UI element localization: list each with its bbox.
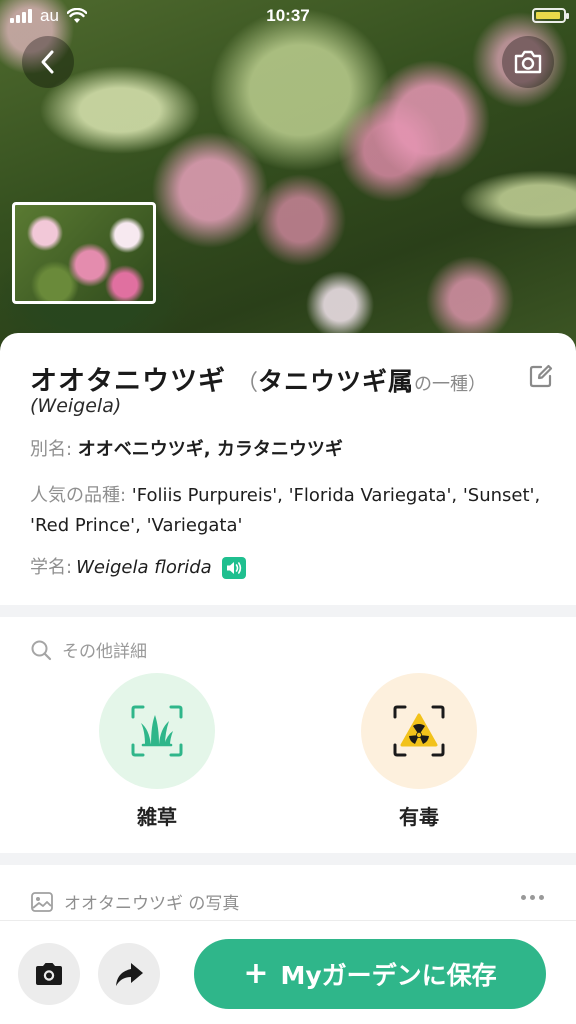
varieties-label: 人気の品種: <box>30 485 132 506</box>
alias-row: 別名: オオベニウツギ, カラタニウツギ <box>30 435 552 465</box>
genus-name[interactable]: タニウツギ属 <box>258 362 414 398</box>
photos-title: オオタニウツギ の写真 <box>64 894 240 914</box>
grass-icon <box>131 705 183 757</box>
image-icon <box>31 891 53 912</box>
toxic-icon <box>393 705 445 757</box>
more-details-card: その他詳細 雑草 有毒 <box>0 617 576 853</box>
save-to-garden-label: Myガーデンに保存 <box>280 961 497 990</box>
weed-label: 雑草 <box>137 805 177 829</box>
search-icon <box>31 640 52 660</box>
alias-value: オオベニウツギ, カラタニウツギ <box>77 439 343 460</box>
identify-camera-button[interactable] <box>18 943 80 1005</box>
weed-badge <box>99 673 215 789</box>
status-bar: au 10:37 <box>0 0 576 34</box>
share-button[interactable] <box>98 943 160 1005</box>
alias-label: 別名: <box>30 439 78 460</box>
edit-icon[interactable] <box>528 363 554 389</box>
share-icon <box>116 963 143 986</box>
plant-title: オオタニウツギ （ タニウツギ属 の一種） <box>30 359 552 398</box>
camera-button[interactable] <box>502 36 554 88</box>
camera-icon <box>36 963 62 985</box>
more-options-button[interactable] <box>521 895 544 900</box>
photos-card: オオタニウツギ の写真 <box>0 865 576 925</box>
toxic-label: 有毒 <box>399 805 439 829</box>
genus-suffix: の一種） <box>414 374 487 395</box>
genus-open-paren: （ <box>236 371 259 396</box>
back-button[interactable] <box>22 36 74 88</box>
chevron-left-icon <box>41 50 54 74</box>
speaker-icon <box>226 562 241 574</box>
toxic-badge <box>361 673 477 789</box>
battery-icon <box>532 8 569 23</box>
scientific-value: Weigela florida <box>76 557 212 578</box>
latin-genus: (Weigela) <box>30 395 122 417</box>
photos-header: オオタニウツギ の写真 <box>30 889 239 914</box>
scientific-name-row: 学名: Weigela florida <box>30 553 552 583</box>
bottom-action-bar: + Myガーデンに保存 <box>0 920 576 1024</box>
more-details-title: その他詳細 <box>62 642 147 662</box>
common-name: オオタニウツギ <box>30 366 226 397</box>
more-details-header: その他詳細 <box>30 637 147 662</box>
feature-toxic[interactable]: 有毒 <box>361 673 477 830</box>
plus-icon: + <box>243 956 269 991</box>
photo-thumbnail[interactable] <box>12 202 156 304</box>
scientific-label: 学名: <box>30 557 73 578</box>
status-time: 10:37 <box>266 6 310 25</box>
camera-icon <box>514 50 542 74</box>
plant-info-card: オオタニウツギ （ タニウツギ属 の一種） (Weigela) 別名: オオベニ… <box>0 333 576 605</box>
save-to-garden-button[interactable]: + Myガーデンに保存 <box>194 939 546 1009</box>
varieties-row: 人気の品種: 'Foliis Purpureis', 'Florida Vari… <box>30 481 552 541</box>
speaker-button[interactable] <box>221 557 246 579</box>
feature-weed[interactable]: 雑草 <box>99 673 215 830</box>
plant-hero-photo: au 10:37 <box>0 0 576 360</box>
